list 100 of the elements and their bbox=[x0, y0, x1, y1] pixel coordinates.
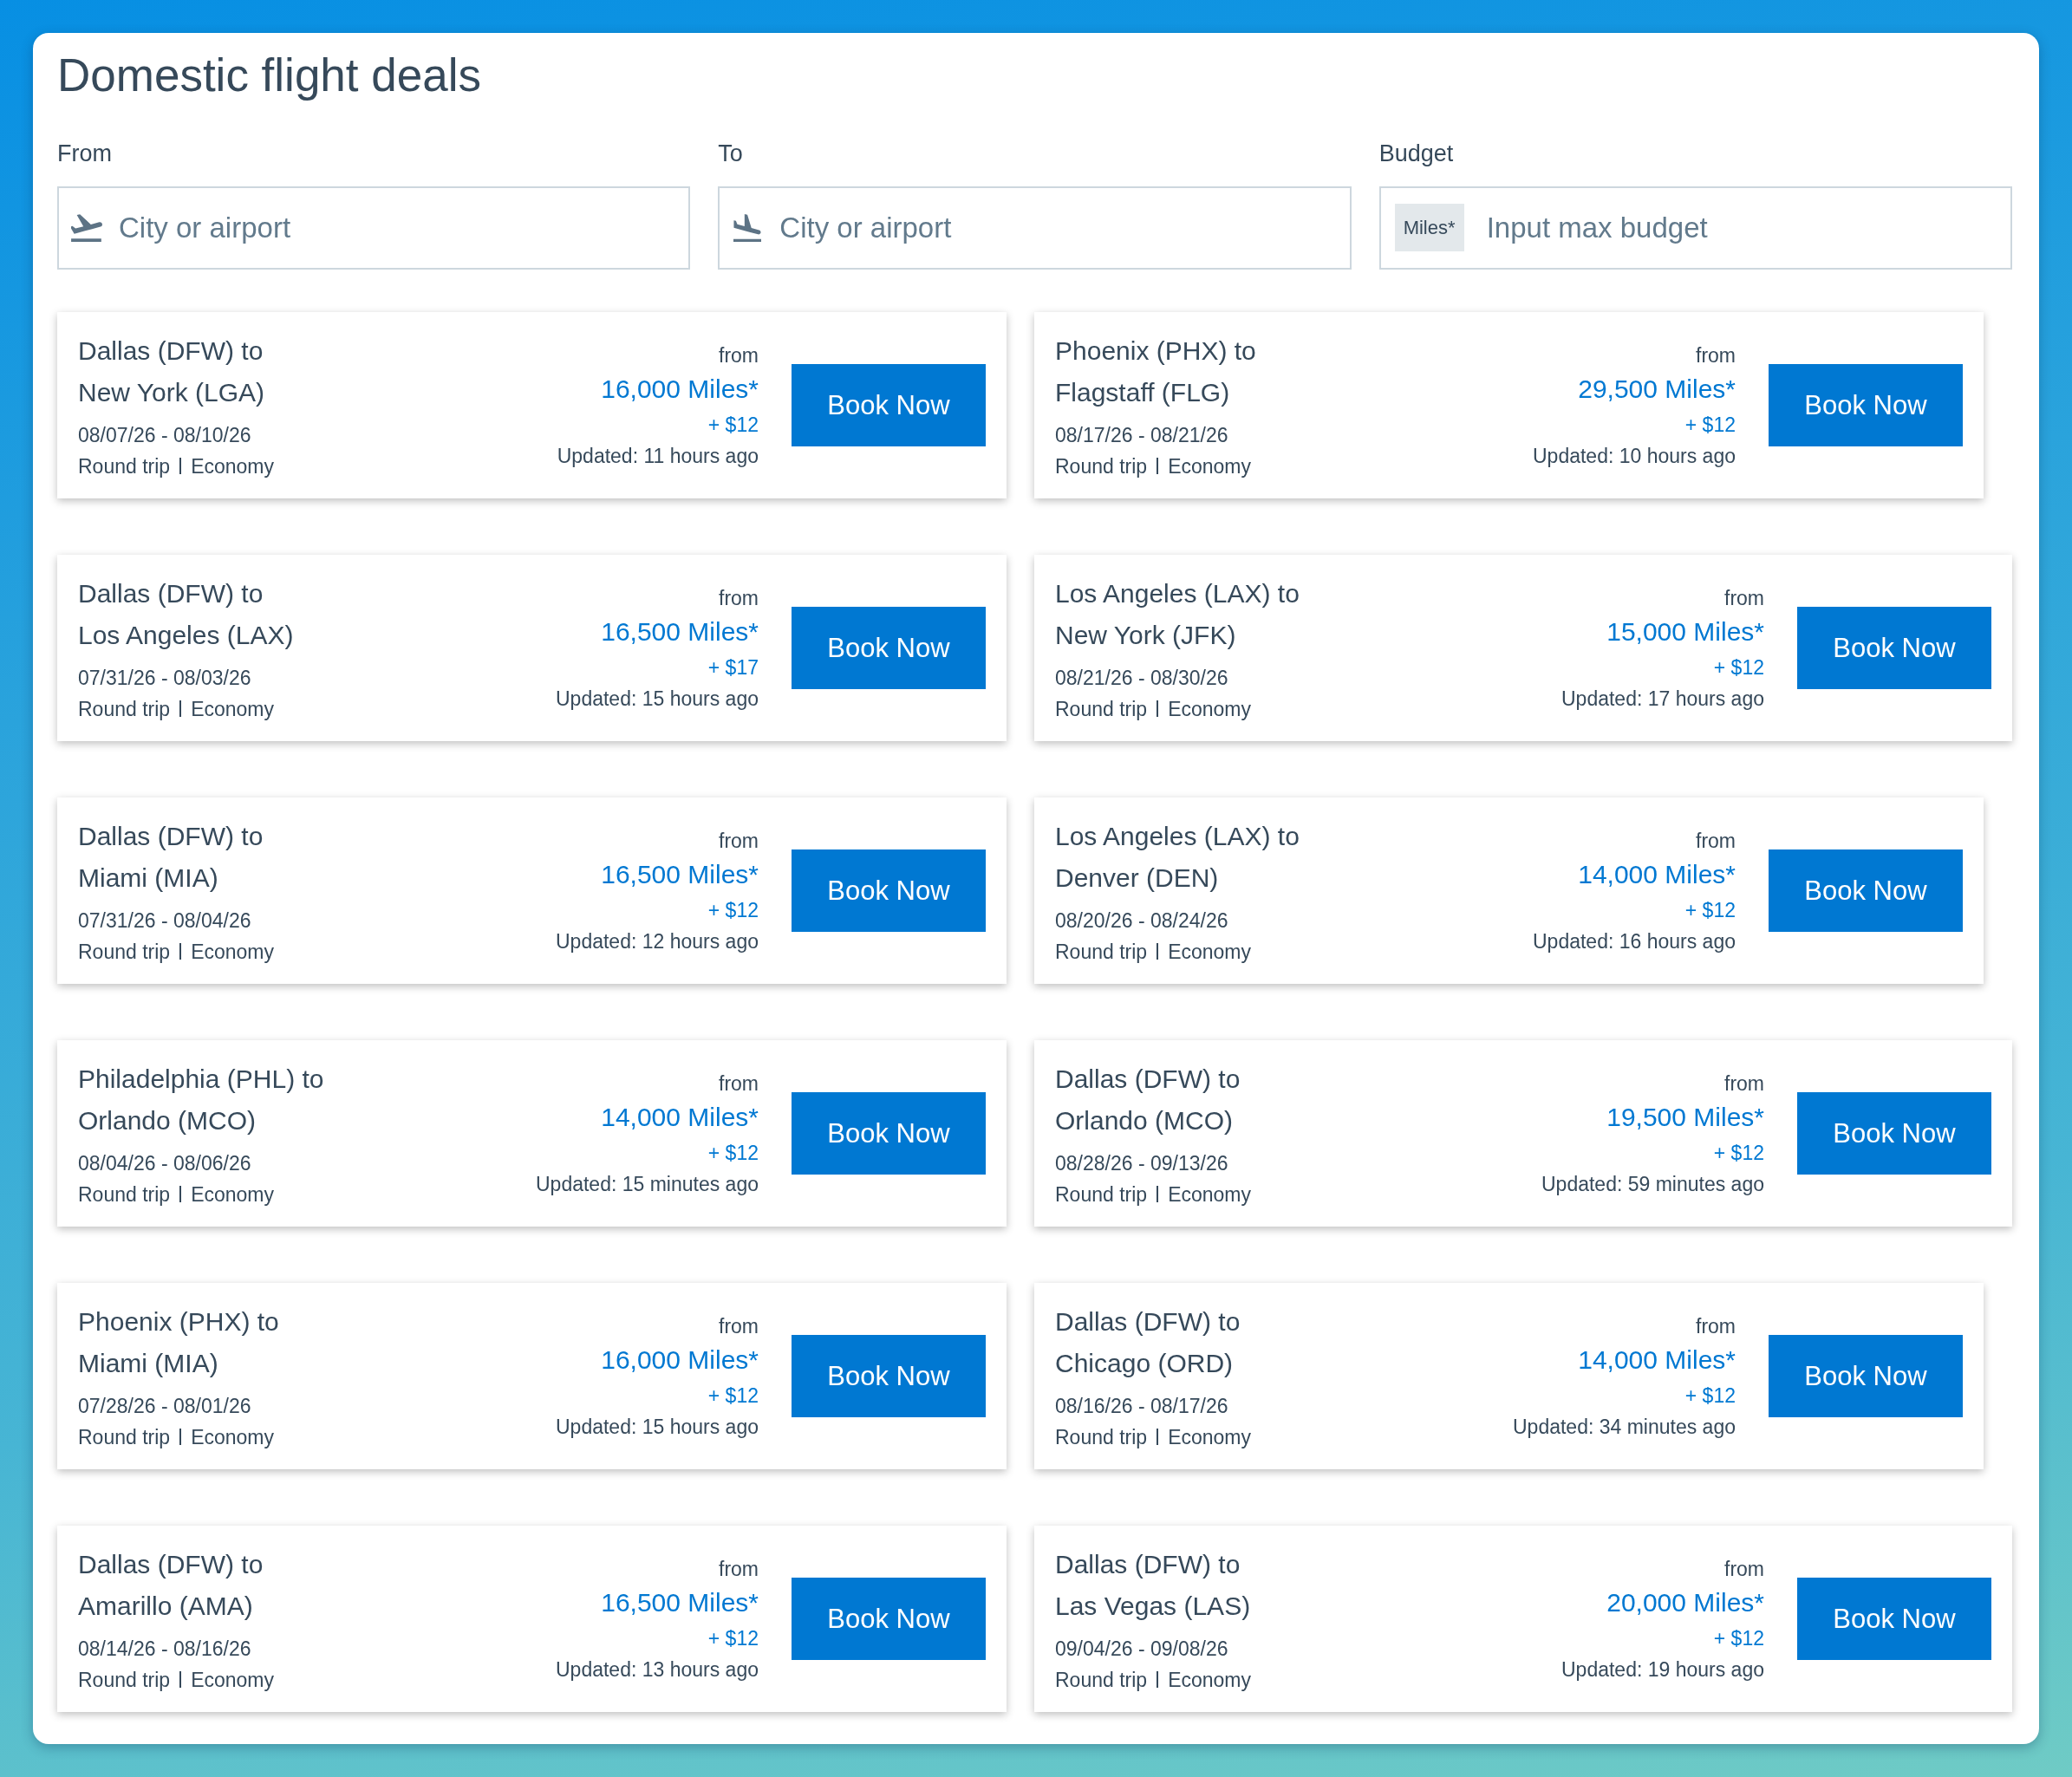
airport-input-field[interactable]: City or airport bbox=[57, 186, 691, 270]
route-title: Philadelphia (PHL) to Orlando (MCO) bbox=[78, 1063, 324, 1136]
update-time: Updated: 12 hours ago bbox=[556, 928, 759, 954]
update-time: Updated: 17 hours ago bbox=[1561, 686, 1764, 712]
route-title: Dallas (DFW) to New York (LGA) bbox=[78, 335, 265, 408]
price-prefix: from bbox=[719, 828, 759, 854]
travel-dates: 09/04/26 - 09/08/26 bbox=[1055, 1636, 1228, 1662]
airport-input-field[interactable]: City or airport bbox=[718, 186, 1352, 270]
price-prefix: from bbox=[719, 1556, 759, 1582]
book-now-button[interactable]: Book Now bbox=[792, 607, 986, 689]
price-prefix: from bbox=[719, 1313, 759, 1339]
miles-price: 19,500 Miles* bbox=[1606, 1101, 1764, 1133]
cabin-class: Economy bbox=[191, 939, 274, 965]
update-time: Updated: 19 hours ago bbox=[1561, 1657, 1764, 1683]
page-title: Domestic flight deals bbox=[57, 49, 481, 102]
travel-dates: 07/28/26 - 08/01/26 bbox=[78, 1393, 251, 1419]
price-prefix: from bbox=[719, 342, 759, 368]
price-prefix: from bbox=[1724, 1556, 1764, 1582]
price-prefix: from bbox=[719, 585, 759, 611]
update-time: Updated: 59 minutes ago bbox=[1541, 1171, 1764, 1197]
update-time: Updated: 15 hours ago bbox=[556, 1414, 759, 1440]
travel-dates: 07/31/26 - 08/03/26 bbox=[78, 665, 251, 691]
cabin-class: Economy bbox=[1168, 1424, 1251, 1450]
miles-price: 14,000 Miles* bbox=[1578, 858, 1736, 890]
book-now-button[interactable]: Book Now bbox=[1797, 1092, 1991, 1175]
travel-dates: 07/31/26 - 08/04/26 bbox=[78, 908, 251, 934]
book-now-button[interactable]: Book Now bbox=[1769, 849, 1963, 932]
plane-landing-icon bbox=[732, 214, 764, 242]
miles-price: 14,000 Miles* bbox=[1578, 1344, 1736, 1376]
update-time: Updated: 16 hours ago bbox=[1533, 928, 1736, 954]
fee-amount: + $12 bbox=[1684, 897, 1736, 923]
book-now-button[interactable]: Book Now bbox=[792, 1578, 986, 1660]
book-now-button[interactable]: Book Now bbox=[792, 849, 986, 932]
cabin-class: Economy bbox=[191, 453, 274, 479]
fee-amount: + $12 bbox=[707, 1625, 759, 1651]
trip-type: Round trip bbox=[1055, 1667, 1148, 1693]
miles-price: 16,000 Miles* bbox=[601, 1344, 759, 1376]
price-prefix: from bbox=[1696, 1313, 1736, 1339]
book-now-button[interactable]: Book Now bbox=[1797, 1578, 1991, 1660]
travel-dates: 08/28/26 - 09/13/26 bbox=[1055, 1150, 1228, 1176]
trip-type: Round trip bbox=[78, 696, 171, 722]
trip-type: Round trip bbox=[1055, 939, 1148, 965]
fee-amount: + $12 bbox=[1713, 1140, 1764, 1166]
book-now-button[interactable]: Book Now bbox=[792, 1092, 986, 1175]
plane-takeoff-icon bbox=[71, 214, 102, 242]
travel-dates: 08/04/26 - 08/06/26 bbox=[78, 1150, 251, 1176]
cabin-class: Economy bbox=[1168, 939, 1251, 965]
route-title: Phoenix (PHX) to Miami (MIA) bbox=[78, 1305, 279, 1379]
trip-type: Round trip bbox=[78, 1181, 171, 1207]
trip-type: Round trip bbox=[1055, 696, 1148, 722]
miles-price: 16,500 Miles* bbox=[601, 615, 759, 648]
book-now-button[interactable]: Book Now bbox=[1797, 607, 1991, 689]
miles-price: 16,500 Miles* bbox=[601, 858, 759, 890]
price-prefix: from bbox=[1724, 1071, 1764, 1097]
trip-type: Round trip bbox=[78, 1424, 171, 1450]
update-time: Updated: 11 hours ago bbox=[557, 443, 759, 469]
route-title: Dallas (DFW) to Chicago (ORD) bbox=[1055, 1305, 1241, 1379]
cabin-class: Economy bbox=[1168, 1181, 1251, 1207]
book-now-button[interactable]: Book Now bbox=[1769, 364, 1963, 446]
update-time: Updated: 10 hours ago bbox=[1533, 443, 1736, 469]
book-now-button[interactable]: Book Now bbox=[1769, 1335, 1963, 1417]
book-now-button[interactable]: Book Now bbox=[792, 364, 986, 446]
fee-amount: + $12 bbox=[707, 412, 759, 438]
route-title: Los Angeles (LAX) to Denver (DEN) bbox=[1055, 820, 1300, 894]
route-title: Dallas (DFW) to Miami (MIA) bbox=[78, 820, 264, 894]
field-label: To bbox=[718, 140, 743, 167]
trip-type: Round trip bbox=[1055, 453, 1148, 479]
unit-label: Miles* bbox=[1394, 204, 1464, 251]
field-label: Budget bbox=[1378, 140, 1454, 167]
update-time: Updated: 34 minutes ago bbox=[1513, 1414, 1736, 1440]
miles-price: 14,000 Miles* bbox=[601, 1101, 759, 1133]
cabin-class: Economy bbox=[191, 1424, 274, 1450]
update-time: Updated: 15 hours ago bbox=[556, 686, 759, 712]
update-time: Updated: 13 hours ago bbox=[556, 1657, 759, 1683]
fee-amount: + $12 bbox=[1713, 654, 1764, 680]
trip-type: Round trip bbox=[1055, 1424, 1148, 1450]
price-prefix: from bbox=[1696, 828, 1736, 854]
fee-amount: + $12 bbox=[707, 897, 759, 923]
miles-price: 20,000 Miles* bbox=[1606, 1586, 1764, 1618]
book-now-button[interactable]: Book Now bbox=[792, 1335, 986, 1417]
cabin-class: Economy bbox=[191, 696, 274, 722]
route-title: Phoenix (PHX) to Flagstaff (FLG) bbox=[1055, 335, 1256, 408]
travel-dates: 08/16/26 - 08/17/26 bbox=[1055, 1393, 1228, 1419]
price-prefix: from bbox=[1724, 585, 1764, 611]
trip-type: Round trip bbox=[78, 939, 171, 965]
price-prefix: from bbox=[719, 1071, 759, 1097]
cabin-class: Economy bbox=[191, 1667, 274, 1693]
trip-type: Round trip bbox=[78, 453, 171, 479]
price-prefix: from bbox=[1696, 342, 1736, 368]
fee-amount: + $12 bbox=[1684, 1383, 1736, 1409]
travel-dates: 08/14/26 - 08/16/26 bbox=[78, 1636, 251, 1662]
travel-dates: 08/07/26 - 08/10/26 bbox=[78, 422, 251, 448]
route-title: Dallas (DFW) to Amarillo (AMA) bbox=[78, 1548, 264, 1622]
travel-dates: 08/20/26 - 08/24/26 bbox=[1055, 908, 1228, 934]
travel-dates: 08/21/26 - 08/30/26 bbox=[1055, 665, 1228, 691]
cabin-class: Economy bbox=[1168, 1667, 1251, 1693]
cabin-class: Economy bbox=[1168, 696, 1251, 722]
route-title: Dallas (DFW) to Las Vegas (LAS) bbox=[1055, 1548, 1251, 1622]
travel-dates: 08/17/26 - 08/21/26 bbox=[1055, 422, 1228, 448]
update-time: Updated: 15 minutes ago bbox=[536, 1171, 759, 1197]
